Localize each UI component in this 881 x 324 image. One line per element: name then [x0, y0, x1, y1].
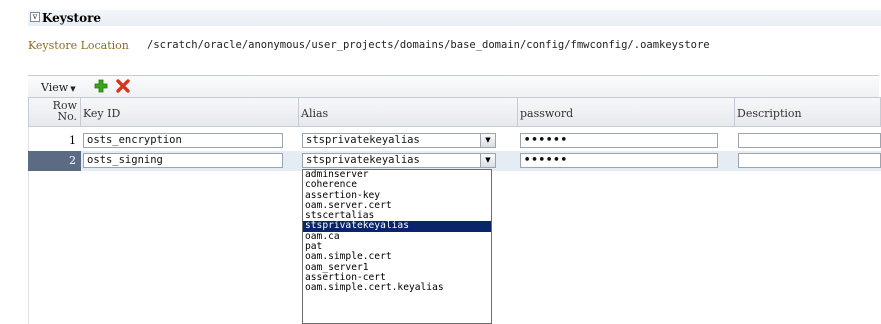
column-header-alias[interactable]: Alias	[299, 97, 518, 127]
dropdown-arrow-icon[interactable]: ▼	[480, 153, 496, 168]
password-input[interactable]: ••••••	[520, 133, 718, 148]
column-header-key-id[interactable]: Key ID	[81, 97, 299, 127]
keystore-section-header[interactable]: v Keystore	[28, 10, 881, 26]
x-icon[interactable]	[115, 78, 131, 94]
view-menu[interactable]: View ▼	[41, 81, 76, 94]
column-header-description[interactable]: Description	[735, 97, 881, 127]
alias-option[interactable]: oam.ca	[303, 231, 491, 242]
alias-dropdown-list[interactable]: adminserver coherence assertion-key oam.ser…	[302, 169, 492, 324]
dropdown-arrow-icon[interactable]: ▼	[480, 133, 496, 148]
table-toolbar: View ▼	[28, 75, 879, 98]
password-input[interactable]: ••••••	[520, 153, 718, 168]
column-header-password[interactable]: password	[518, 97, 735, 127]
view-menu-label: View	[41, 81, 69, 94]
alias-header-label: Alias	[301, 107, 329, 120]
table-row-selected[interactable]: 2 osts_signing stsprivatekeyalias ▼ ••••…	[28, 151, 881, 171]
key-id-header-label: Key ID	[83, 107, 121, 120]
keystore-location-path: /scratch/oracle/anonymous/user_projects/…	[147, 39, 710, 51]
plus-icon[interactable]	[93, 78, 109, 94]
alias-select[interactable]: stsprivatekeyalias	[302, 133, 496, 148]
row-number: 2	[28, 151, 81, 171]
key-id-input[interactable]: osts_signing	[83, 153, 283, 168]
column-header-row-no: Row No.	[28, 97, 81, 127]
password-header-label: password	[520, 107, 574, 120]
alias-option[interactable]: oam.simple.cert.keyalias	[303, 282, 491, 293]
chevron-down-icon: ▼	[70, 85, 76, 93]
section-title: Keystore	[42, 11, 102, 25]
alias-select[interactable]: stsprivatekeyalias	[302, 153, 496, 168]
keystore-location-label: Keystore Location	[28, 39, 129, 52]
description-header-label: Description	[737, 107, 802, 120]
description-input[interactable]	[738, 153, 881, 168]
collapse-icon[interactable]: v	[30, 12, 40, 22]
row-number: 1	[69, 134, 76, 147]
description-input[interactable]	[738, 133, 881, 148]
table-row[interactable]: 1 osts_encryption stsprivatekeyalias ▼ •…	[28, 131, 881, 151]
key-id-input[interactable]: osts_encryption	[83, 133, 283, 148]
row-no-header-line2: No.	[57, 110, 77, 123]
